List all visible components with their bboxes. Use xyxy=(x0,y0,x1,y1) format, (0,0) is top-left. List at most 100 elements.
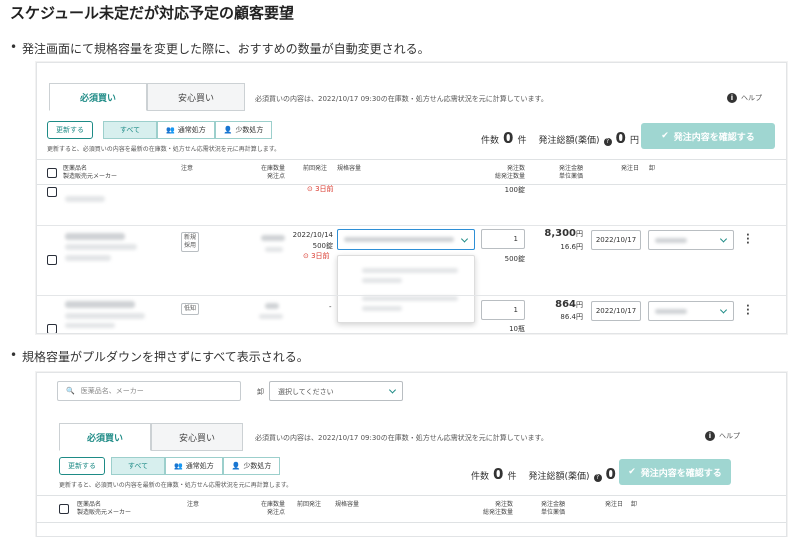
more-vert-icon[interactable]: · · · xyxy=(746,302,750,320)
confirm-order-button[interactable]: ✔ 発注内容を確認する xyxy=(619,459,731,485)
screenshot-order-list: 🔍 医薬品名、メーカー 卸 選択してください 必須買い 安心買い 必須買いの内容は… xyxy=(36,372,787,537)
question-icon: ? xyxy=(593,473,602,482)
order-summary: 件数0件 発注総額(薬価)?0円 xyxy=(481,129,639,147)
bullet-1: 発注画面にて規格容量を変更した際に、おすすめの数量が自動変更される。 xyxy=(10,40,430,57)
info-icon: i xyxy=(727,93,737,103)
question-icon: ? xyxy=(603,137,612,146)
filter-all[interactable]: すべて xyxy=(103,121,157,139)
filter-normal[interactable]: 👥 通常処方 xyxy=(157,121,215,139)
search-icon: 🔍 xyxy=(66,387,75,395)
table-header: 医薬品名 製造販売元メーカー 注意 在庫数量 発注点 前回発注 規格容量 発注数 総発… xyxy=(37,495,786,523)
person-icon: 👤 xyxy=(231,462,241,470)
help-link[interactable]: i ヘルプ xyxy=(727,93,762,103)
dropdown-option[interactable] xyxy=(362,296,458,301)
table-header: 医薬品名 製造販売元メーカー 注意 在庫数量 発注点 前回発注 規格容量 発注数 総発… xyxy=(37,159,786,185)
prev-order-qty: 500錠 xyxy=(312,242,333,250)
tab-safety[interactable]: 安心買い xyxy=(151,423,243,451)
chevron-down-icon xyxy=(719,235,728,243)
order-summary: 件数0件 発注総額(薬価)?0円 xyxy=(471,465,629,483)
help-label: ヘルプ xyxy=(719,432,740,440)
wholesaler-select[interactable] xyxy=(648,230,734,250)
row1-unit-total: 500錠 xyxy=(504,255,525,263)
new-adoption-tag: 新規採用 xyxy=(181,232,199,252)
spec-dropdown xyxy=(337,255,475,323)
row2-prev: - xyxy=(329,303,332,311)
filter-small[interactable]: 👤 少数処方 xyxy=(214,121,273,139)
spec-select[interactable] xyxy=(337,229,475,250)
blurred-stock xyxy=(261,235,285,241)
tab-safety[interactable]: 安心買い xyxy=(147,83,245,111)
blurred-drug-name xyxy=(65,233,125,240)
tab-required[interactable]: 必須買い xyxy=(49,83,147,111)
qty-input[interactable]: 1 xyxy=(481,229,525,249)
row2-unit-price: 86.4円 xyxy=(560,313,583,321)
wholesaler-label: 卸 xyxy=(257,388,264,396)
tab-bar: 必須買い 安心買い xyxy=(59,423,243,451)
update-button[interactable]: 更新する xyxy=(59,457,105,475)
info-icon: i xyxy=(705,431,715,441)
more-vert-icon[interactable]: · · · xyxy=(746,231,750,249)
check-circle-icon: ✔ xyxy=(661,131,669,141)
wholesaler-select[interactable] xyxy=(648,301,734,321)
document-title: スケジュール未定だが対応予定の顧客要望 xyxy=(10,4,294,22)
help-label: ヘルプ xyxy=(741,94,762,102)
row2-amount: 864円 xyxy=(555,299,583,310)
row1-unit-price: 16.6円 xyxy=(560,243,583,251)
blurred-maker xyxy=(65,196,105,202)
blurred-reorder-point xyxy=(259,314,283,319)
prev-order-warn: ⊙ 3日前 xyxy=(303,252,330,260)
check-circle-icon: ✔ xyxy=(628,467,636,477)
dropdown-option[interactable] xyxy=(362,268,458,273)
people-icon: 👥 xyxy=(174,462,183,470)
row2-unit-total: 10瓶 xyxy=(509,325,525,333)
row0-unit-total: 100錠 xyxy=(504,186,525,194)
wholesaler-filter-select[interactable]: 選択してください xyxy=(269,381,403,401)
filter-normal[interactable]: 👥 通常処方 xyxy=(165,457,223,475)
tab-note: 必須買いの内容は、2022/10/17 09:30の在庫数・処方せん応需状況を元… xyxy=(255,434,548,442)
blurred-wholesaler xyxy=(655,309,687,314)
people-icon: 👥 xyxy=(166,126,175,134)
row-checkbox[interactable] xyxy=(47,324,57,333)
chevron-down-icon xyxy=(460,234,469,243)
blurred-spec xyxy=(344,237,454,242)
qty-input[interactable]: 1 xyxy=(481,300,525,320)
blurred-stock xyxy=(265,303,279,309)
filter-small[interactable]: 👤 少数処方 xyxy=(222,457,281,475)
row0-warn: ⊙ 3日前 xyxy=(307,185,334,193)
dropdown-option[interactable] xyxy=(362,278,402,283)
row-divider xyxy=(37,295,786,296)
dropdown-option[interactable] xyxy=(362,306,402,311)
row-checkbox[interactable] xyxy=(47,187,57,197)
blurred-maker xyxy=(65,255,111,261)
chevron-down-icon xyxy=(388,386,397,394)
search-input[interactable]: 🔍 医薬品名、メーカー xyxy=(57,381,241,401)
blurred-drug-name xyxy=(65,301,135,308)
help-link[interactable]: i ヘルプ xyxy=(705,431,740,441)
low-knowledge-tag: 低知 xyxy=(181,303,200,315)
blurred-drug-name xyxy=(65,244,137,250)
blurred-wholesaler xyxy=(655,238,687,243)
order-date-input[interactable]: 2022/10/17 xyxy=(591,230,641,250)
filter-all[interactable]: すべて xyxy=(111,457,165,475)
select-all-checkbox[interactable] xyxy=(47,168,57,178)
tab-note: 必須買いの内容は、2022/10/17 09:30の在庫数・処方せん応需状況を元… xyxy=(255,95,548,103)
row-checkbox[interactable] xyxy=(47,255,57,265)
screenshot-order-dropdown: 必須買い 安心買い 必須買いの内容は、2022/10/17 09:30の在庫数・… xyxy=(36,62,787,334)
prescription-filter: すべて 👥 通常処方 👤 少数処方 xyxy=(103,121,273,139)
tab-required[interactable]: 必須買い xyxy=(59,423,151,451)
blurred-reorder-point xyxy=(265,247,283,252)
tab-bar: 必須買い 安心買い xyxy=(49,83,245,111)
confirm-order-button[interactable]: ✔ 発注内容を確認する xyxy=(641,123,775,149)
order-date-input[interactable]: 2022/10/17 xyxy=(591,301,641,321)
prev-order-date: 2022/10/14 xyxy=(292,231,333,239)
chevron-down-icon xyxy=(719,306,728,314)
blurred-drug-name xyxy=(65,313,145,319)
update-button[interactable]: 更新する xyxy=(47,121,93,139)
person-icon: 👤 xyxy=(223,126,233,134)
prescription-filter: すべて 👥 通常処方 👤 少数処方 xyxy=(111,457,281,475)
select-all-checkbox[interactable] xyxy=(59,504,69,514)
update-hint: 更新すると、必須買いの内容を最新の在庫数・処方せん応需状況を元に再計算します。 xyxy=(47,146,281,153)
blurred-maker xyxy=(65,323,115,328)
update-hint: 更新すると、必須買いの内容を最新の在庫数・処方せん応需状況を元に再計算します。 xyxy=(59,482,293,489)
row-divider xyxy=(37,225,786,226)
